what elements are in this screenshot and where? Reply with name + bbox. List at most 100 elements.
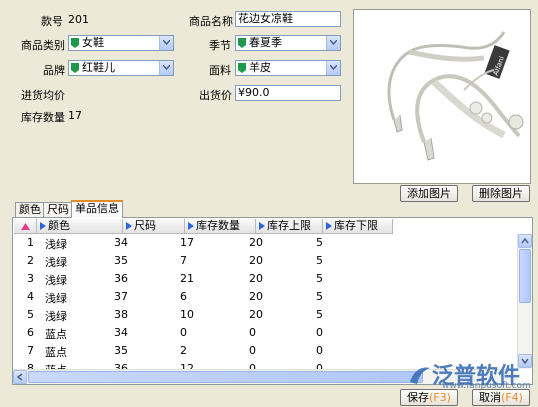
chevron-down-icon[interactable] <box>326 36 340 50</box>
table-row[interactable]: 4 浅绿 37 6 20 5 <box>14 288 518 306</box>
cell-max: 20 <box>249 236 263 249</box>
save-shortcut: (F3) <box>429 391 451 404</box>
cell-size: 35 <box>114 254 128 267</box>
cell-size: 35 <box>114 344 128 357</box>
category-label: 商品类别 <box>21 39 65 52</box>
add-image-button[interactable]: 添加图片 <box>400 185 458 202</box>
save-button[interactable]: 保存(F3) <box>400 389 458 406</box>
column-header-size[interactable]: 尺码 <box>123 219 185 234</box>
column-header-label: 尺码 <box>134 219 156 232</box>
vertical-scrollbar[interactable] <box>517 234 532 369</box>
brand-select[interactable]: 红鞋儿 <box>68 60 174 76</box>
price-label: 出货价 <box>199 89 232 102</box>
chevron-down-icon[interactable] <box>326 61 340 75</box>
cell-color: 浅绿 <box>45 238 67 251</box>
chevron-left-icon <box>16 373 23 381</box>
cell-min: 5 <box>316 272 323 285</box>
save-button-label: 保存 <box>407 391 430 404</box>
cell-max: 0 <box>249 344 256 357</box>
cell-color: 蓝点 <box>45 328 67 341</box>
cell-color: 浅绿 <box>45 310 67 323</box>
material-select[interactable]: 羊皮 <box>235 60 341 76</box>
tag-icon <box>71 63 79 73</box>
cell-max: 0 <box>249 326 256 339</box>
cell-size: 34 <box>114 326 128 339</box>
cell-max: 20 <box>249 308 263 321</box>
row-number: 1 <box>27 236 34 249</box>
tab-size[interactable]: 尺码 <box>43 202 73 217</box>
cell-size: 38 <box>114 308 128 321</box>
tag-icon <box>238 63 246 73</box>
tab-item-info[interactable]: 单品信息 <box>71 200 123 218</box>
cell-max: 20 <box>249 254 263 267</box>
arrow-right-icon <box>126 222 132 230</box>
table-row[interactable]: 3 浅绿 36 21 20 5 <box>14 270 518 288</box>
chevron-down-icon[interactable] <box>159 36 173 50</box>
cell-size: 34 <box>114 236 128 249</box>
cancel-button[interactable]: 取消(F4) <box>472 389 530 406</box>
brand-value: 红鞋儿 <box>82 61 115 74</box>
cell-color: 浅绿 <box>45 274 67 287</box>
chevron-down-icon <box>521 358 529 365</box>
row-number: 5 <box>27 308 34 321</box>
row-number: 7 <box>27 344 34 357</box>
cell-min: 5 <box>316 236 323 249</box>
column-header-stock-min[interactable]: 库存下限 <box>323 219 393 234</box>
cell-qty: 0 <box>180 326 187 339</box>
cancel-shortcut: (F4) <box>501 391 523 404</box>
cell-qty: 6 <box>180 290 187 303</box>
chevron-up-icon <box>521 237 529 244</box>
chevron-down-icon[interactable] <box>159 61 173 75</box>
cell-max: 20 <box>249 290 263 303</box>
cell-qty: 7 <box>180 254 187 267</box>
column-header-stock[interactable]: 库存数量 <box>185 219 256 234</box>
arrow-right-icon <box>326 222 332 230</box>
row-number: 6 <box>27 326 34 339</box>
scroll-thumb[interactable] <box>519 249 531 303</box>
cell-color: 浅绿 <box>45 256 67 269</box>
season-value: 春夏季 <box>249 36 282 49</box>
delete-image-button[interactable]: 删除图片 <box>472 185 530 202</box>
scroll-left-button[interactable] <box>13 370 27 384</box>
row-header-corner[interactable] <box>14 219 37 234</box>
cell-qty: 2 <box>180 344 187 357</box>
arrow-right-icon <box>259 222 265 230</box>
scroll-down-button[interactable] <box>518 354 532 368</box>
cell-min: 5 <box>316 254 323 267</box>
scroll-thumb[interactable] <box>28 371 423 383</box>
fanpu-logo-icon <box>410 367 430 384</box>
row-number: 2 <box>27 254 34 267</box>
cell-size: 37 <box>114 290 128 303</box>
product-name-label: 商品名称 <box>189 15 233 28</box>
cell-max: 20 <box>249 272 263 285</box>
column-header-label: 库存下限 <box>334 219 378 232</box>
season-select[interactable]: 春夏季 <box>235 35 341 51</box>
category-select[interactable]: 女鞋 <box>68 35 174 51</box>
table-row[interactable]: 1 浅绿 34 17 20 5 <box>14 234 518 252</box>
stock-value: 17 <box>68 109 82 122</box>
table-row[interactable]: 6 蓝点 34 0 0 0 <box>14 324 518 342</box>
scroll-up-button[interactable] <box>518 234 532 248</box>
table-row[interactable]: 2 浅绿 35 7 20 5 <box>14 252 518 270</box>
sandal-image: Alfani <box>387 31 524 161</box>
code-label: 款号 <box>41 15 63 28</box>
cell-min: 5 <box>316 290 323 303</box>
tag-icon <box>71 38 79 48</box>
material-label: 面料 <box>209 64 231 77</box>
stock-label: 库存数量 <box>21 111 65 124</box>
column-header-stock-max[interactable]: 库存上限 <box>256 219 323 234</box>
product-photo: Alfani <box>353 9 531 184</box>
arrow-right-icon <box>188 222 194 230</box>
cell-color: 浅绿 <box>45 292 67 305</box>
material-value: 羊皮 <box>249 61 271 74</box>
cell-qty: 21 <box>180 272 194 285</box>
category-value: 女鞋 <box>82 36 104 49</box>
cell-min: 0 <box>316 326 323 339</box>
column-header-color[interactable]: 颜色 <box>37 219 123 234</box>
table-row[interactable]: 5 浅绿 38 10 20 5 <box>14 306 518 324</box>
row-number: 3 <box>27 272 34 285</box>
cancel-button-label: 取消 <box>479 391 502 404</box>
tab-color[interactable]: 颜色 <box>15 202 45 217</box>
price-field[interactable]: ¥90.0 <box>235 85 341 101</box>
product-name-field[interactable]: 花边女凉鞋 <box>235 11 341 27</box>
